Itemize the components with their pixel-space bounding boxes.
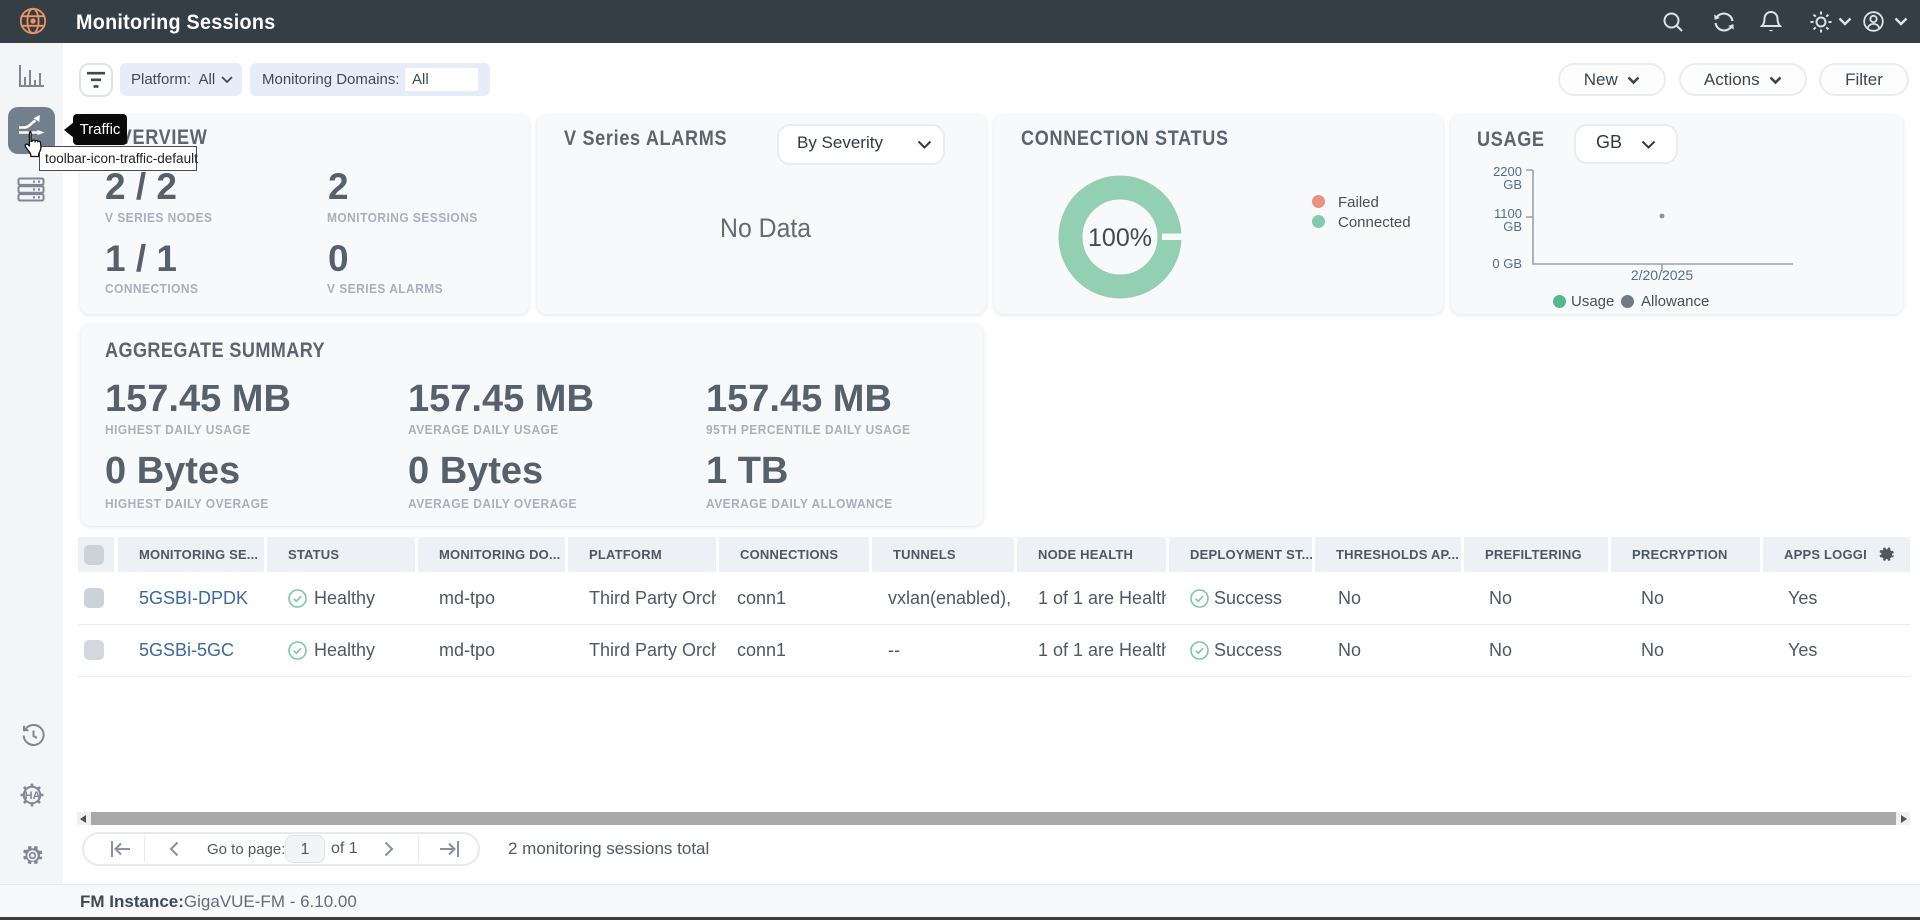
svg-text:0 GB: 0 GB xyxy=(1492,256,1522,271)
svg-text:HA: HA xyxy=(25,790,41,802)
svg-text:100%: 100% xyxy=(1088,224,1152,252)
svg-text:GB: GB xyxy=(1503,177,1522,192)
svg-text:2/20/2025: 2/20/2025 xyxy=(1631,267,1693,283)
svg-text:GB: GB xyxy=(1503,219,1522,234)
